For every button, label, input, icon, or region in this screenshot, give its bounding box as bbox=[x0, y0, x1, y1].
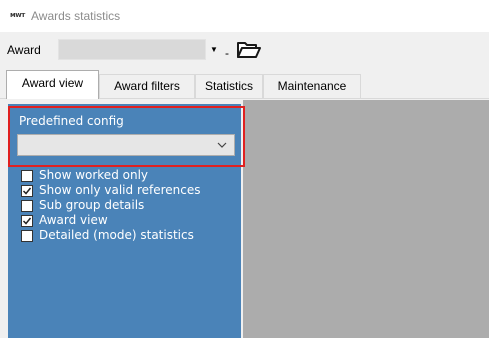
award-label: Award bbox=[7, 43, 41, 57]
checkbox-unchecked-icon[interactable] bbox=[21, 230, 33, 242]
predefined-config-highlight bbox=[8, 106, 245, 167]
folder-open-icon[interactable] bbox=[236, 41, 262, 59]
award-select[interactable] bbox=[58, 39, 206, 60]
checkmark-icon[interactable] bbox=[21, 215, 33, 227]
tab-statistics[interactable]: Statistics bbox=[195, 74, 263, 98]
window-title: Awards statistics bbox=[31, 9, 121, 23]
app-logo-icon: ᴍᴡᴛ bbox=[10, 11, 25, 19]
tab-maintenance[interactable]: Maintenance bbox=[263, 74, 361, 98]
award-separator: - bbox=[225, 46, 229, 60]
award-view-label: Award view bbox=[39, 213, 108, 227]
tab-award-view[interactable]: Award view bbox=[6, 70, 99, 99]
checkbox-unchecked-icon[interactable] bbox=[21, 200, 33, 212]
show-worked-only-label: Show worked only bbox=[39, 168, 149, 182]
sub-group-details-label: Sub group details bbox=[39, 198, 145, 212]
award-toolbar: Award ▼ - bbox=[0, 32, 489, 67]
detailed-mode-statistics-label: Detailed (mode) statistics bbox=[39, 228, 194, 242]
checkmark-icon[interactable] bbox=[21, 185, 33, 197]
tab-award-filters[interactable]: Award filters bbox=[99, 74, 195, 98]
award-view-display-area bbox=[243, 100, 489, 338]
title-bar: ᴍᴡᴛ Awards statistics bbox=[0, 0, 489, 32]
show-only-valid-references-label: Show only valid references bbox=[39, 183, 201, 197]
checkbox-unchecked-icon[interactable] bbox=[21, 170, 33, 182]
award-dropdown-arrow-icon[interactable]: ▼ bbox=[206, 39, 222, 60]
